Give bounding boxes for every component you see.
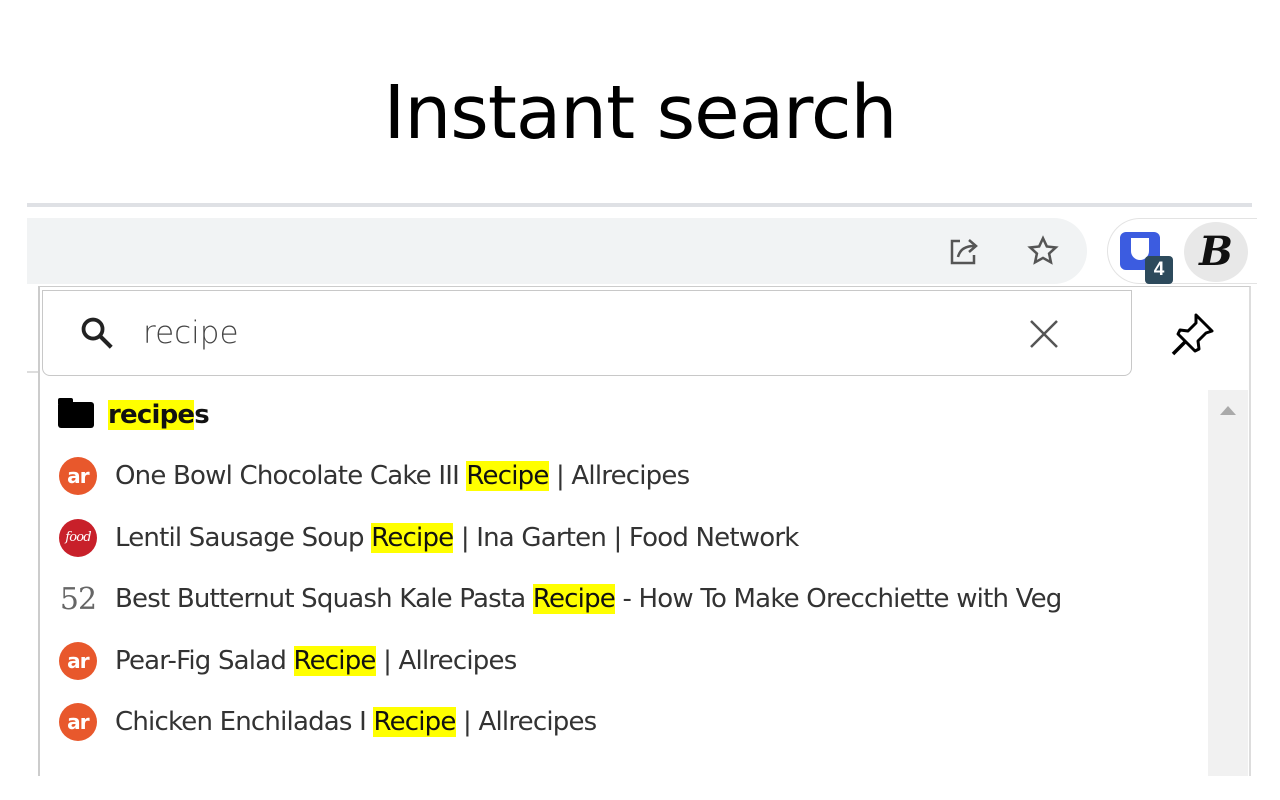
allrecipes-favicon-icon: ar <box>58 702 98 742</box>
highlight: Recipe <box>371 523 454 553</box>
favicon-text: food <box>59 519 97 557</box>
folder-icon <box>58 398 94 428</box>
highlight: Recipe <box>373 707 456 737</box>
address-bar[interactable] <box>27 218 1087 284</box>
result-item[interactable]: ar Chicken Enchiladas I Recipe | Allreci… <box>58 702 597 742</box>
highlight: recipe <box>108 400 195 430</box>
allrecipes-favicon-icon: ar <box>58 641 98 681</box>
favicon-text: ar <box>59 642 97 680</box>
profile-extension-icon[interactable]: B <box>1184 222 1248 282</box>
folder-result[interactable]: recipes <box>58 398 210 430</box>
pin-icon[interactable] <box>1166 308 1220 360</box>
result-title-before: Chicken Enchiladas I <box>115 707 374 737</box>
star-icon[interactable] <box>1024 232 1062 270</box>
divider <box>27 203 1252 207</box>
result-item[interactable]: 52 Best Butternut Squash Kale Pasta Reci… <box>58 579 1062 619</box>
page-title: Instant search <box>383 70 898 156</box>
result-title-before: Lentil Sausage Soup <box>115 523 372 553</box>
search-icon <box>77 313 117 353</box>
folder-name-rest: s <box>194 400 209 430</box>
favicon-text: ar <box>59 703 97 741</box>
highlight: Recipe <box>293 646 376 676</box>
favicon-text: ar <box>59 457 97 495</box>
allrecipes-favicon-icon: ar <box>58 456 98 496</box>
scrollbar[interactable] <box>1208 390 1248 776</box>
result-title-after: | Ina Garten | Food Network <box>453 523 799 553</box>
favicon-text: 52 <box>59 581 97 617</box>
food52-favicon-icon: 52 <box>58 579 98 619</box>
highlight: Recipe <box>532 584 616 614</box>
result-item[interactable]: ar Pear-Fig Salad Recipe | Allrecipes <box>58 641 517 681</box>
food-network-favicon-icon: food <box>58 518 98 558</box>
extension-badge: 4 <box>1145 256 1173 284</box>
close-icon[interactable] <box>1025 315 1063 353</box>
search-input[interactable]: recipe <box>42 290 1132 376</box>
result-title-after: | Allrecipes <box>548 461 690 491</box>
share-icon[interactable] <box>946 234 984 268</box>
result-title-before: Pear-Fig Salad <box>115 646 294 676</box>
scroll-up-arrow-icon[interactable] <box>1220 406 1236 415</box>
result-title-after: - How To Make Orecchiette with Veg <box>615 584 1062 614</box>
result-title-before: Best Butternut Squash Kale Pasta <box>115 584 533 614</box>
result-title-after: | Allrecipes <box>455 707 597 737</box>
highlight: Recipe <box>466 461 549 491</box>
result-item[interactable]: food Lentil Sausage Soup Recipe | Ina Ga… <box>58 518 799 558</box>
result-item[interactable]: ar One Bowl Chocolate Cake III Recipe | … <box>58 456 690 496</box>
result-title-after: | Allrecipes <box>375 646 517 676</box>
search-query[interactable]: recipe <box>143 315 239 351</box>
result-title-before: One Bowl Chocolate Cake III <box>115 461 467 491</box>
